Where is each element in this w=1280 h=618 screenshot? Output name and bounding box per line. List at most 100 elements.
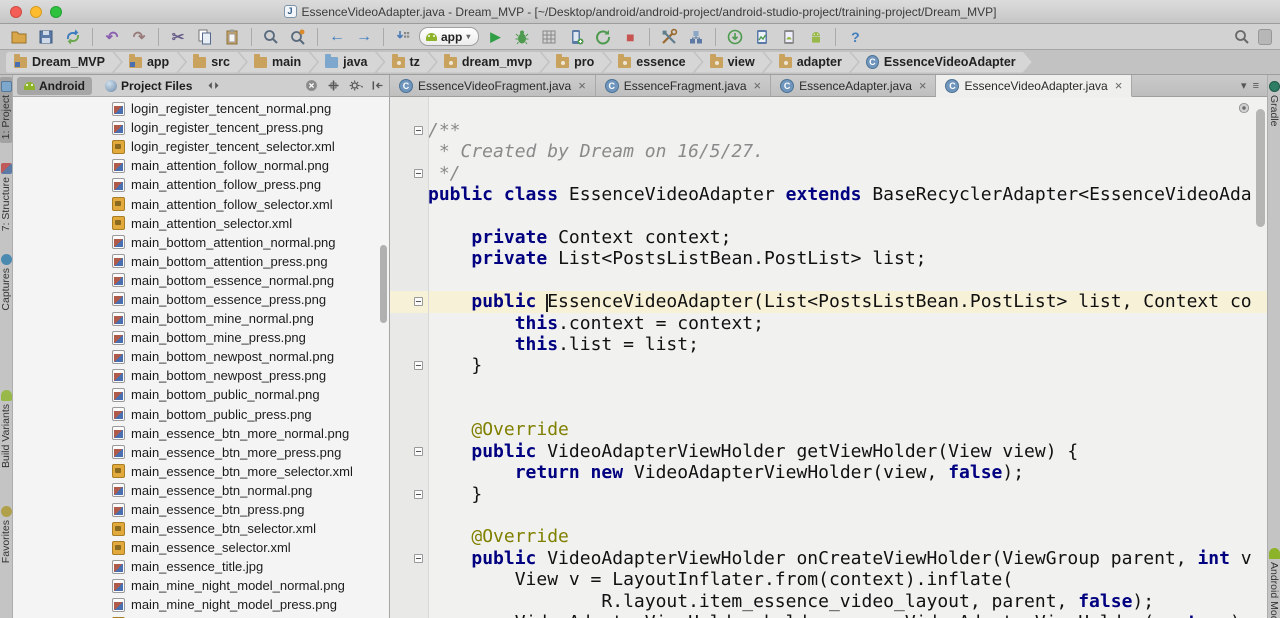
close-tab-icon[interactable]: × xyxy=(919,79,927,92)
tree-item[interactable]: main_attention_selector.xml xyxy=(13,214,389,233)
tree-item[interactable]: main_essence_btn_more_press.png xyxy=(13,443,389,462)
code-line[interactable]: @Override xyxy=(390,419,1267,440)
tool-stripe-android[interactable]: Android Model xyxy=(1268,544,1280,618)
fold-marker-icon[interactable] xyxy=(414,447,423,457)
editor-tab-EssenceVideoFragment.java[interactable]: C EssenceVideoFragment.java × xyxy=(390,75,596,96)
tree-item[interactable]: main_essence_btn_selector.xml xyxy=(13,519,389,538)
tree-item[interactable]: main_attention_follow_press.png xyxy=(13,175,389,194)
undo-icon[interactable]: ↶ xyxy=(101,26,123,48)
close-icon[interactable] xyxy=(303,78,319,94)
code-line[interactable]: this.list = list; xyxy=(390,334,1267,355)
switch-view-icon[interactable] xyxy=(205,78,221,94)
tree-item[interactable]: main_bottom_public_press.png xyxy=(13,405,389,424)
fold-marker-icon[interactable] xyxy=(414,554,423,563)
tree-item[interactable]: main_attention_follow_normal.png xyxy=(13,156,389,175)
stop-icon[interactable]: ■ xyxy=(619,26,641,48)
hide-panel-icon[interactable] xyxy=(369,78,385,94)
fold-marker-icon[interactable] xyxy=(414,297,423,307)
tree-scrollbar[interactable] xyxy=(380,245,387,323)
code-line[interactable]: } xyxy=(390,484,1267,505)
tab-dropdown-icon[interactable]: ▾ xyxy=(1241,79,1247,92)
code-line[interactable]: public VideoAdapterViewHolder onCreateVi… xyxy=(390,548,1267,569)
tree-item[interactable]: main_bottom_mine_normal.png xyxy=(13,309,389,328)
code-line[interactable] xyxy=(390,505,1267,526)
project-tree[interactable]: login_register_tencent_normal.png login_r… xyxy=(13,97,389,618)
run-icon[interactable]: ▶ xyxy=(484,26,506,48)
tab-list-icon[interactable]: ≡ xyxy=(1253,80,1259,92)
forward-icon[interactable]: → xyxy=(353,26,375,48)
tool-stripe-project[interactable]: 1: Project xyxy=(0,77,12,144)
tree-item[interactable]: main_bottom_public_normal.png xyxy=(13,385,389,404)
code-line[interactable]: private List<PostsListBean.PostList> lis… xyxy=(390,248,1267,269)
tree-item[interactable]: main_mine_night_model_selector.xml xyxy=(13,615,389,618)
tree-item[interactable]: main_essence_btn_press.png xyxy=(13,500,389,519)
code-line[interactable]: R.layout.item_essence_video_layout, pare… xyxy=(390,591,1267,612)
open-icon[interactable] xyxy=(8,26,30,48)
tree-item[interactable]: login_register_tencent_selector.xml xyxy=(13,137,389,156)
fold-marker-icon[interactable] xyxy=(414,361,423,371)
tools-icon[interactable] xyxy=(658,26,680,48)
close-tab-icon[interactable]: × xyxy=(578,79,586,92)
android-device-monitor-icon[interactable] xyxy=(751,26,773,48)
breadcrumb-view[interactable]: view xyxy=(695,52,771,73)
code-line[interactable]: private Context context; xyxy=(390,227,1267,248)
breadcrumb-src[interactable]: src xyxy=(178,52,246,73)
project-structure-icon[interactable] xyxy=(685,26,707,48)
paste-icon[interactable] xyxy=(221,26,243,48)
code-line[interactable]: @Override xyxy=(390,526,1267,547)
tree-item[interactable]: main_essence_selector.xml xyxy=(13,538,389,557)
sdk-manager-icon[interactable] xyxy=(805,26,827,48)
tree-item[interactable]: main_essence_title.jpg xyxy=(13,557,389,576)
editor-tab-EssenceAdapter.java[interactable]: C EssenceAdapter.java × xyxy=(771,75,937,96)
close-tab-icon[interactable]: × xyxy=(754,79,762,92)
breadcrumb-adapter[interactable]: adapter xyxy=(764,52,858,73)
run-with-coverage-icon[interactable] xyxy=(538,26,560,48)
breadcrumb-pro[interactable]: pro xyxy=(541,52,610,73)
run-config-selector[interactable]: app ▾ xyxy=(419,27,480,46)
breadcrumb-app[interactable]: app xyxy=(114,52,185,73)
back-icon[interactable]: ← xyxy=(326,26,348,48)
tree-item[interactable]: main_essence_btn_more_selector.xml xyxy=(13,462,389,481)
breadcrumb-java[interactable]: java xyxy=(310,52,383,73)
tree-item[interactable]: login_register_tencent_press.png xyxy=(13,118,389,137)
fold-marker-icon[interactable] xyxy=(414,126,423,136)
breadcrumb-EssenceVideoAdapter[interactable]: C EssenceVideoAdapter xyxy=(851,52,1032,73)
project-view-tab-project-files[interactable]: Project Files xyxy=(98,77,199,95)
code-line[interactable]: /** xyxy=(390,120,1267,141)
code-line[interactable] xyxy=(390,206,1267,227)
tool-stripe-structure[interactable]: 7: Structure xyxy=(0,159,12,235)
inspections-indicator-icon[interactable] xyxy=(1237,101,1251,115)
editor-tab-EssenceVideoAdapter.java[interactable]: C EssenceVideoAdapter.java × xyxy=(936,75,1133,97)
code-editor[interactable]: /** * Created by Dream on 16/5/27. */pub… xyxy=(390,97,1267,618)
code-line[interactable]: public VideoAdapterViewHolder getViewHol… xyxy=(390,441,1267,462)
find-icon[interactable] xyxy=(260,26,282,48)
tree-item[interactable]: main_bottom_essence_press.png xyxy=(13,290,389,309)
user-icon[interactable] xyxy=(1258,28,1272,45)
tree-item[interactable]: main_mine_night_model_normal.png xyxy=(13,576,389,595)
tree-item[interactable]: main_bottom_attention_press.png xyxy=(13,252,389,271)
settings-gear-icon[interactable] xyxy=(347,78,363,94)
rerun-icon[interactable] xyxy=(592,26,614,48)
tree-item[interactable]: main_attention_follow_selector.xml xyxy=(13,194,389,213)
breadcrumb-Dream_MVP[interactable]: Dream_MVP xyxy=(6,52,121,73)
breadcrumb-main[interactable]: main xyxy=(239,52,317,73)
project-view-tab-android[interactable]: Android xyxy=(17,76,92,95)
gradle-sync-icon[interactable] xyxy=(724,26,746,48)
editor-tab-EssenceFragment.java[interactable]: C EssenceFragment.java × xyxy=(595,75,772,96)
tree-item[interactable]: main_bottom_newpost_press.png xyxy=(13,366,389,385)
tool-stripe-favorites[interactable]: Favorites xyxy=(0,502,12,567)
attach-debugger-icon[interactable] xyxy=(565,26,587,48)
search-everywhere-icon[interactable] xyxy=(1231,26,1253,48)
fold-marker-icon[interactable] xyxy=(414,489,423,499)
tree-item[interactable]: main_mine_night_model_press.png xyxy=(13,595,389,614)
locate-file-icon[interactable] xyxy=(325,78,341,94)
copy-icon[interactable] xyxy=(194,26,216,48)
code-line[interactable]: VideoAdapterViewHolder holder = new Vide… xyxy=(390,612,1267,618)
close-tab-icon[interactable]: × xyxy=(1115,79,1123,92)
code-line[interactable] xyxy=(390,270,1267,291)
code-line[interactable]: return new VideoAdapterViewHolder(view, … xyxy=(390,462,1267,483)
code-line[interactable]: public EssenceVideoAdapter(List<PostsLis… xyxy=(390,291,1267,313)
synchronize-icon[interactable] xyxy=(62,26,84,48)
tool-stripe-build-variants[interactable]: Build Variants xyxy=(0,386,12,472)
tree-item[interactable]: main_bottom_newpost_normal.png xyxy=(13,347,389,366)
